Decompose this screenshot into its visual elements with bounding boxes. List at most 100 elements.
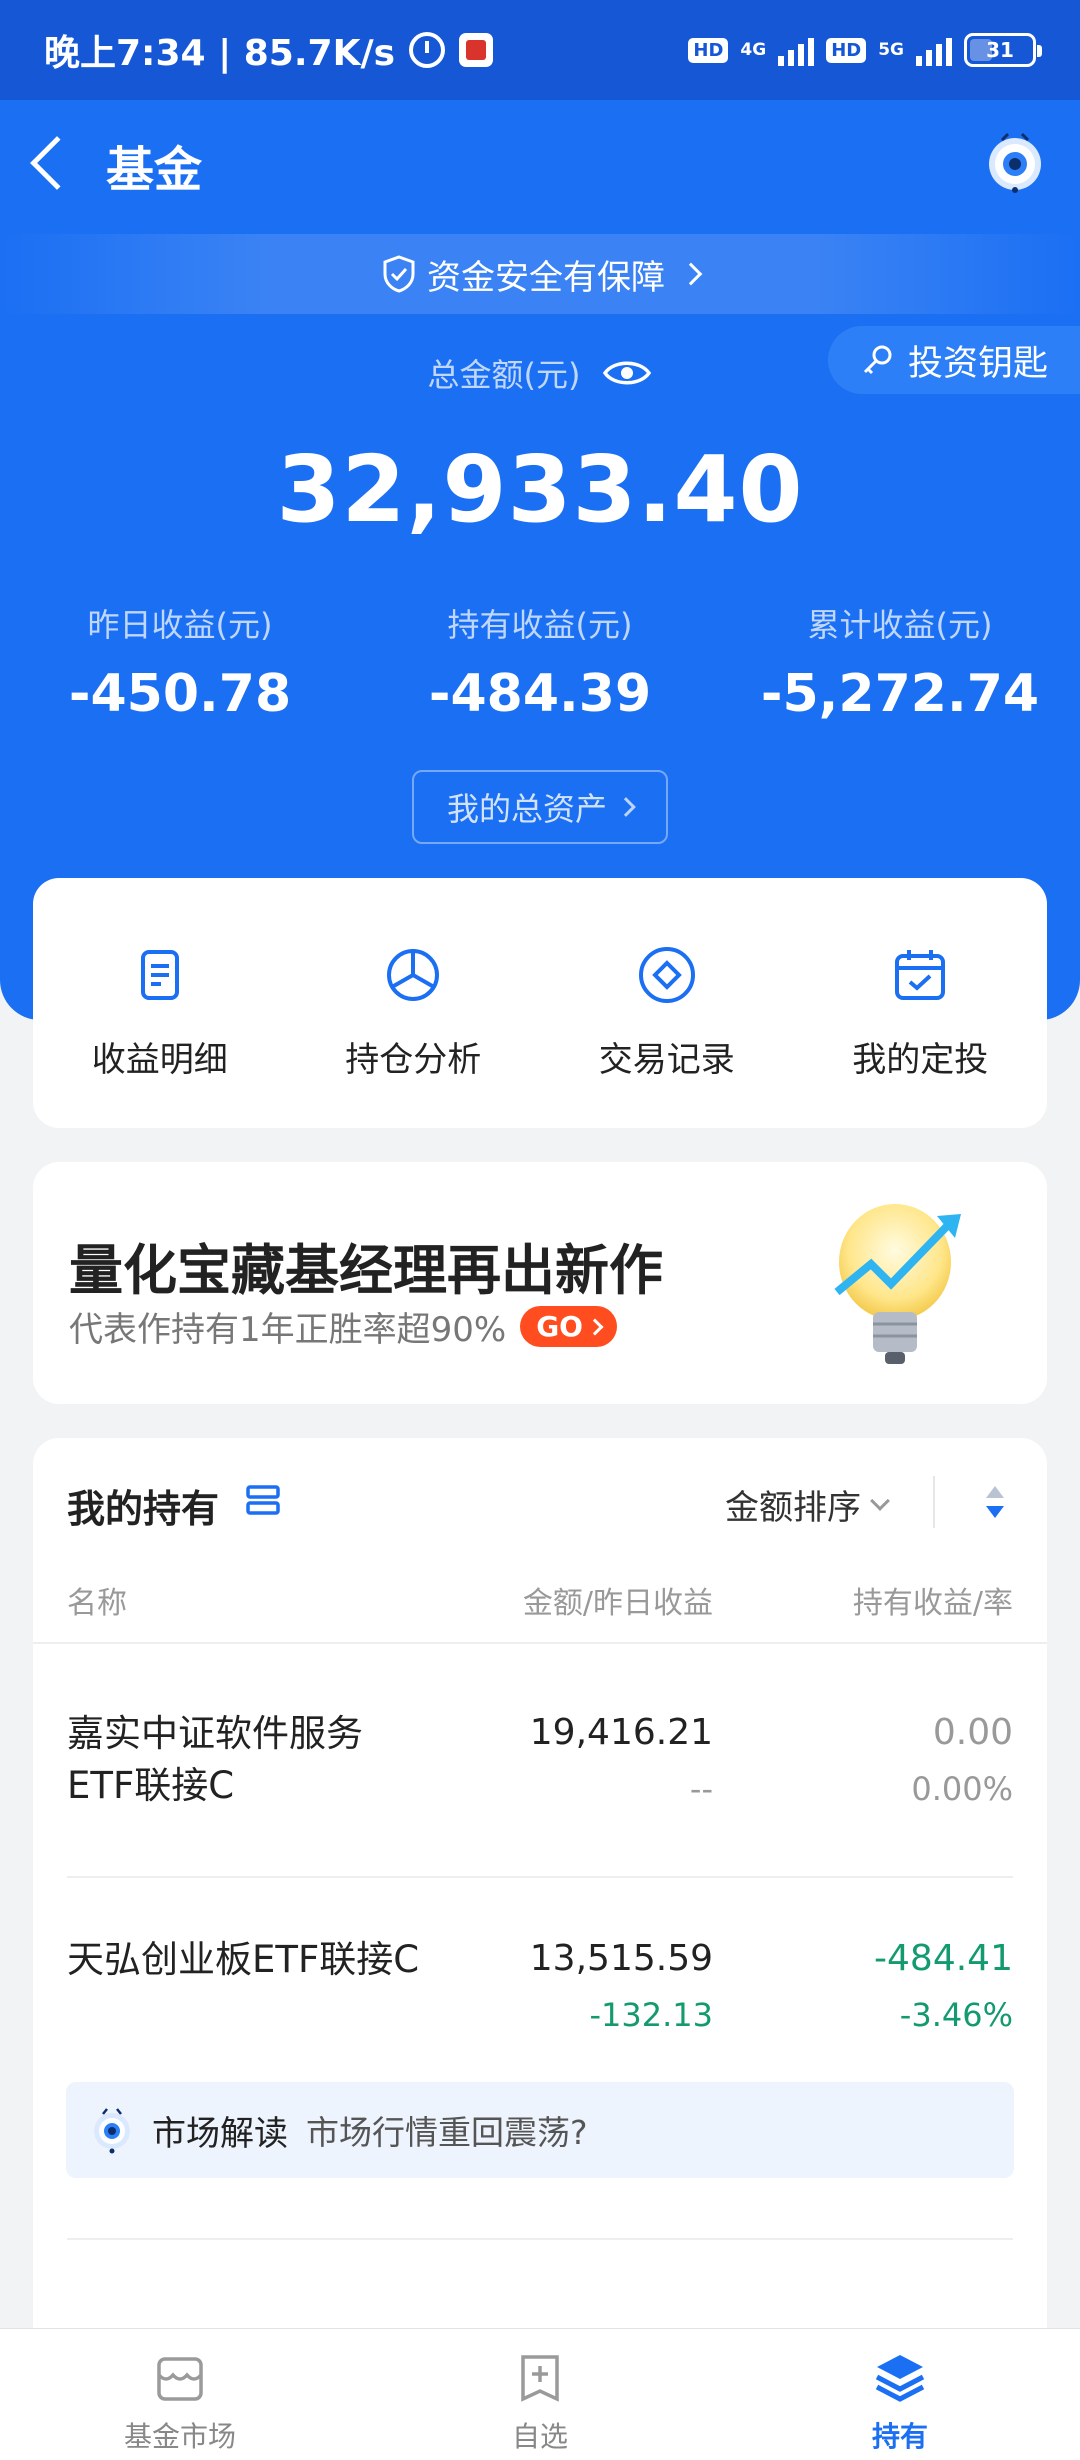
- menu-item-profit-detail[interactable]: 收益明细: [33, 878, 287, 1128]
- go-label: GO: [536, 1310, 583, 1343]
- mascot-assistant-icon[interactable]: [982, 128, 1048, 194]
- menu-item-auto-invest[interactable]: 我的定投: [794, 878, 1048, 1128]
- total-assets-button[interactable]: 我的总资产: [412, 770, 668, 844]
- store-icon: [157, 2357, 203, 2401]
- shield-check-icon: [383, 255, 415, 293]
- tab-label: 持有: [871, 2420, 928, 2453]
- back-arrow-icon[interactable]: [30, 136, 84, 190]
- pie-chart-icon: [387, 949, 440, 1001]
- market-insight-banner[interactable]: 市场解读 市场行情重回震荡?: [66, 2082, 1014, 2178]
- total-assets-label: 我的总资产: [446, 790, 607, 828]
- battery-level: 31: [986, 38, 1014, 62]
- menu-label: 交易记录: [598, 1040, 735, 1080]
- bottom-tab-bar: 基金市场 自选 持有: [0, 2328, 1080, 2460]
- chevron-down-icon: [870, 1490, 890, 1511]
- status-bar: 晚上7:34 | 85.7K/s HD 4G HD 5G 31: [0, 0, 1080, 100]
- status-time-speed: 晚上7:34 | 85.7K/s: [44, 33, 396, 74]
- battery-icon: 31: [964, 33, 1042, 67]
- yesterday-profit: 昨日收益(元) -450.78: [0, 600, 360, 724]
- tab-label: 基金市场: [123, 2420, 236, 2453]
- security-banner-text: 资金安全有保障: [427, 257, 665, 298]
- calendar-check-icon: [895, 950, 946, 1000]
- tab-fund-market[interactable]: 基金市场: [0, 2329, 360, 2460]
- divider: [933, 1476, 935, 1528]
- tab-label: 自选: [511, 2420, 568, 2453]
- promo-subtitle-row: 代表作持有1年正胜率超90% GO: [69, 1302, 617, 1351]
- column-header-name: 名称: [67, 1586, 127, 1621]
- app-notification-icon: [459, 33, 494, 67]
- status-right: HD 4G HD 5G 31: [688, 33, 1042, 67]
- menu-label: 我的定投: [852, 1040, 989, 1080]
- promo-subtitle: 代表作持有1年正胜率超90%: [69, 1310, 507, 1350]
- document-icon: [140, 950, 179, 1000]
- fund-name: 嘉实中证软件服务 ETF联接C: [67, 1708, 363, 1812]
- menu-item-transactions[interactable]: 交易记录: [540, 878, 794, 1128]
- lightbulb-icon: [834, 1204, 961, 1364]
- alarm-icon: [409, 32, 446, 68]
- holding-profit-label: 持有收益(元): [447, 606, 633, 644]
- nav-bar: 基金: [0, 100, 1080, 230]
- menu-label: 持仓分析: [345, 1040, 482, 1080]
- cumulative-profit-value: -5,272.74: [760, 664, 1040, 724]
- promo-banner[interactable]: 量化宝藏基经理再出新作 代表作持有1年正胜率超90% GO: [33, 1162, 1047, 1404]
- menu-label: 收益明细: [91, 1040, 228, 1080]
- network-4g-label: 4G: [740, 40, 767, 60]
- column-header-amount: 金额/昨日收益: [522, 1586, 713, 1621]
- fund-amount: 19,416.21: [529, 1712, 713, 1753]
- compass-icon: [638, 947, 695, 1003]
- signal-icon: [778, 34, 815, 66]
- tab-holdings[interactable]: 持有: [720, 2329, 1080, 2460]
- fund-row[interactable]: 嘉实中证软件服务 ETF联接C 19,416.21 -- 0.00 0.00%: [33, 1708, 1047, 1888]
- cumulative-profit-label: 累计收益(元): [807, 606, 993, 644]
- divider: [67, 1876, 1013, 1878]
- chevron-right-icon: [679, 262, 703, 286]
- fund-holding-profit: -484.41: [874, 1938, 1013, 1979]
- menu-item-position-analysis[interactable]: 持仓分析: [287, 878, 541, 1128]
- fund-holding-rate: 0.00%: [911, 1770, 1013, 1808]
- fund-name-line1: 嘉实中证软件服务: [67, 1712, 363, 1755]
- sort-dropdown[interactable]: 金额排序: [725, 1480, 890, 1529]
- fund-holding-profit: 0.00: [932, 1712, 1013, 1753]
- chevron-right-icon: [616, 797, 636, 817]
- divider: [33, 1642, 1047, 1644]
- fund-yesterday-profit: --: [689, 1770, 713, 1808]
- eye-icon[interactable]: [602, 356, 652, 390]
- column-header-holding: 持有收益/率: [852, 1586, 1013, 1621]
- holding-profit: 持有收益(元) -484.39: [360, 600, 720, 724]
- holdings-title: 我的持有: [67, 1487, 220, 1531]
- total-amount-label: 总金额(元): [427, 356, 581, 394]
- tab-watchlist[interactable]: 自选: [360, 2329, 720, 2460]
- layers-icon: [875, 2355, 925, 2402]
- fund-holding-rate: -3.46%: [899, 1996, 1013, 2034]
- mascot-icon: [94, 2108, 130, 2154]
- fund-name-line2: ETF联接C: [67, 1764, 235, 1807]
- yesterday-profit-value: -450.78: [68, 664, 292, 724]
- chevron-right-icon: [586, 1318, 604, 1335]
- signal-icon-2: [916, 34, 952, 66]
- go-button[interactable]: GO: [520, 1306, 617, 1347]
- divider: [67, 2238, 1013, 2240]
- status-left: 晚上7:34 | 85.7K/s: [44, 24, 494, 76]
- page-title: 基金: [106, 142, 203, 198]
- promo-title: 量化宝藏基经理再出新作: [69, 1239, 663, 1302]
- profit-stats: 昨日收益(元) -450.78 持有收益(元) -484.39 累计收益(元) …: [0, 600, 1080, 724]
- insight-text: 市场行情重回震荡?: [306, 2113, 588, 2152]
- insight-tag: 市场解读: [152, 2113, 288, 2154]
- sort-order-icon[interactable]: [983, 1482, 1007, 1522]
- fund-name: 天弘创业板ETF联接C: [67, 1938, 420, 1981]
- hd-badge: HD: [688, 37, 729, 63]
- security-banner[interactable]: 资金安全有保障: [0, 234, 1080, 314]
- fund-row[interactable]: 天弘创业板ETF联接C 13,515.59 -132.13 -484.41 -3…: [33, 1934, 1047, 2054]
- cumulative-profit: 累计收益(元) -5,272.74: [720, 600, 1080, 724]
- quick-menu-card: 收益明细 持仓分析 交易记录 我的定投: [33, 878, 1047, 1128]
- total-label-row: 总金额(元): [0, 350, 1080, 396]
- holding-profit-value: -484.39: [428, 664, 652, 724]
- list-view-icon[interactable]: [245, 1484, 281, 1516]
- bookmark-plus-icon: [521, 2355, 559, 2402]
- total-amount-value: 32,933.40: [276, 436, 804, 543]
- network-5g-label: 5G: [878, 40, 904, 60]
- fund-amount: 13,515.59: [529, 1938, 713, 1979]
- hd-badge-2: HD: [826, 37, 867, 63]
- fund-yesterday-profit: -132.13: [589, 1996, 713, 2034]
- holdings-card: 我的持有 金额排序 名称 金额/昨日收益 持有收益/率 嘉实中证软件服务 ETF…: [33, 1438, 1047, 2460]
